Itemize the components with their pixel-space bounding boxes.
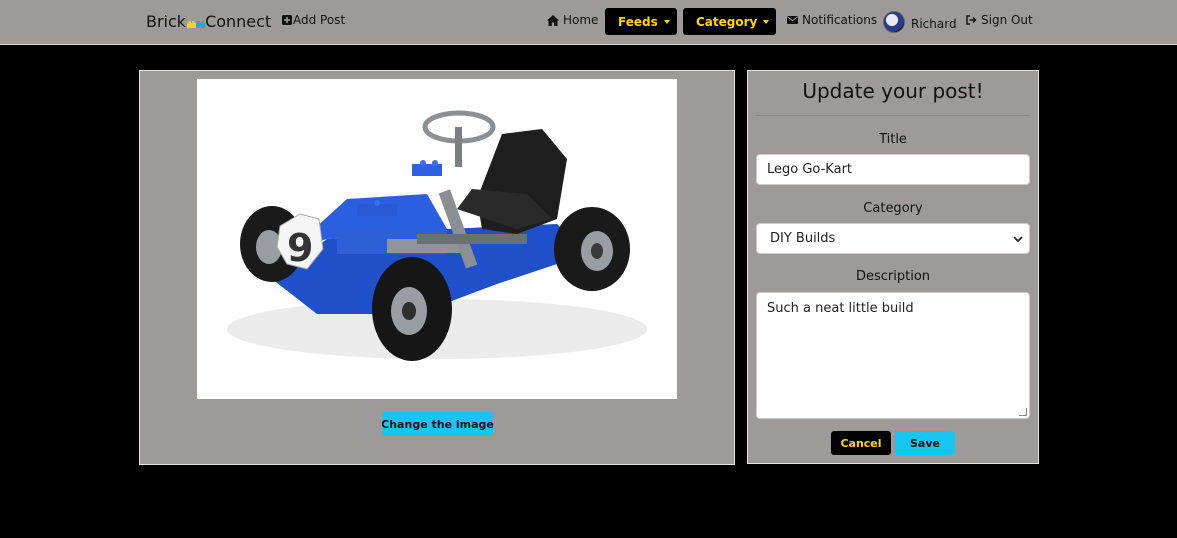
form-heading: Update your post! [802,79,984,103]
category-label: Category [863,201,923,216]
username-label: Richard [911,16,957,31]
description-value: Such a neat little build [767,301,914,316]
navbar: Brick Connect Add Post Home Feeds Catego… [0,0,1177,45]
sign-out-icon [966,15,977,25]
cancel-button[interactable]: Cancel [831,431,891,455]
category-select[interactable]: DIY Builds [756,223,1030,254]
go-kart-photo: 9 [227,110,647,361]
home-label: Home [563,13,599,27]
home-icon [547,14,559,26]
post-image: 9 [197,79,677,399]
home-link[interactable]: Home [547,13,598,27]
brand-text-left: Brick [146,12,187,31]
chevron-down-icon [763,19,770,24]
category-label: Category [696,14,758,29]
chevron-down-icon [1013,236,1023,243]
description-label: Description [855,269,931,284]
category-dropdown[interactable]: Category [683,8,776,35]
profile-link[interactable]: Richard [883,11,957,33]
svg-text:9: 9 [287,226,313,270]
brand-text-right: Connect [205,12,272,31]
feeds-dropdown[interactable]: Feeds [605,8,677,35]
title-label: Title [879,132,907,147]
image-panel: 9 Change the image [139,70,735,465]
sign-out-label: Sign Out [981,13,1033,27]
edit-post-form: Update your post! Title Lego Go-Kart Cat… [747,70,1039,464]
add-post-link[interactable]: Add Post [282,13,345,27]
divider [756,115,1030,116]
title-input[interactable]: Lego Go-Kart [756,154,1030,185]
change-image-button[interactable]: Change the image [381,412,494,436]
brick-logo-icon [187,20,206,28]
resize-handle-icon[interactable] [1019,408,1027,416]
brand-logo[interactable]: Brick Connect [146,12,271,31]
notifications-link[interactable]: Notifications [787,13,877,27]
chevron-down-icon [663,19,670,24]
notifications-label: Notifications [802,13,878,27]
title-input-value: Lego Go-Kart [767,162,853,177]
avatar [883,11,905,33]
feeds-label: Feeds [618,14,658,29]
description-textarea[interactable]: Such a neat little build [756,292,1030,419]
save-button[interactable]: Save [895,431,955,455]
plus-square-icon [282,15,292,25]
category-select-value: DIY Builds [770,231,836,246]
add-post-label: Add Post [293,13,346,27]
sign-out-link[interactable]: Sign Out [966,13,1033,27]
envelope-icon [787,16,798,24]
